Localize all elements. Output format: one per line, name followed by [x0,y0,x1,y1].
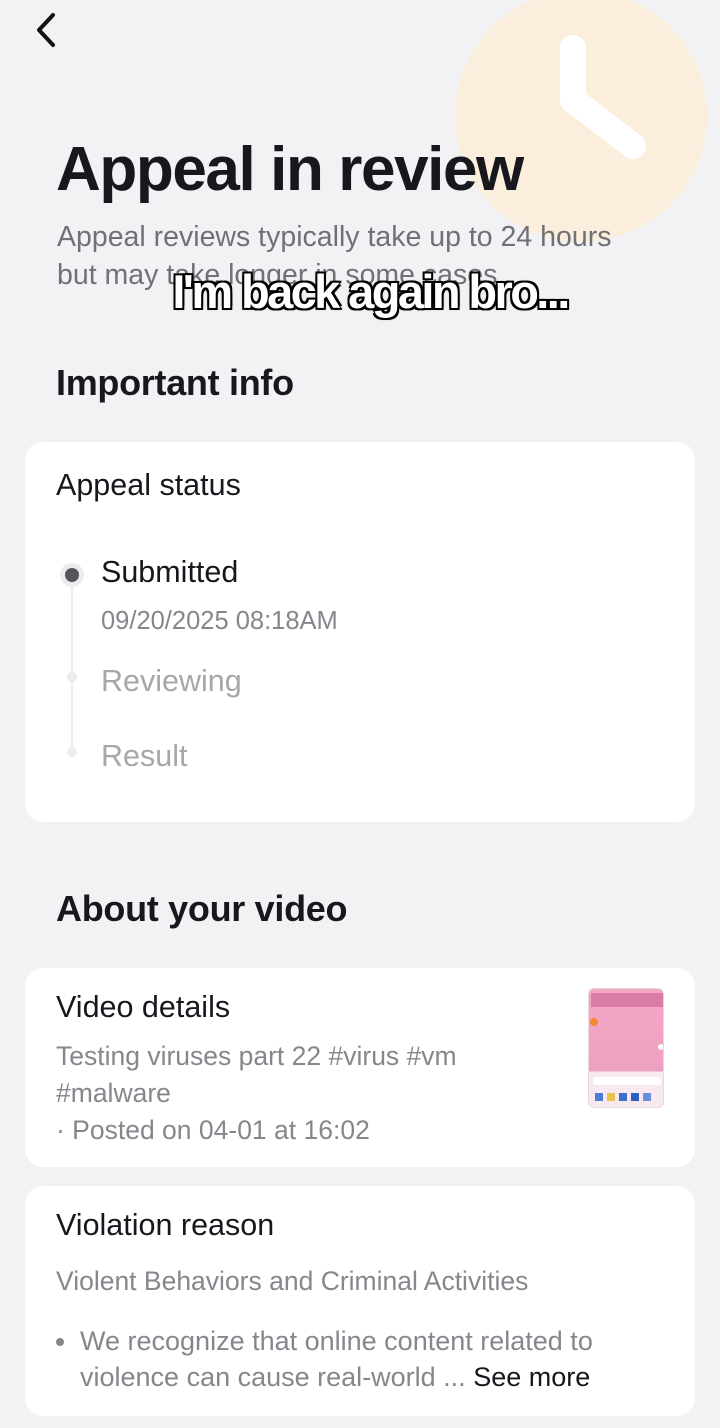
video-thumbnail[interactable] [588,988,664,1108]
step-result-label: Result [101,739,188,773]
see-more-link[interactable]: See more [473,1362,590,1392]
bullet-icon [56,1338,64,1346]
about-video-heading: About your video [56,888,348,929]
video-details-title: Video details [56,990,231,1024]
timeline-dot-reviewing [67,672,77,682]
violation-reason-card: Violation reason Violent Behaviors and C… [25,1186,695,1416]
appeal-screen: Appeal in review Appeal reviews typicall… [0,0,720,1428]
timeline-dot-submitted [60,563,84,587]
timeline-line [71,580,73,752]
appeal-status-card: Appeal status Submitted 09/20/2025 08:18… [25,442,695,822]
step-submitted-timestamp: 09/20/2025 08:18AM [101,607,338,635]
appeal-status-title: Appeal status [56,468,241,502]
chevron-left-icon [37,13,55,47]
page-title: Appeal in review [56,135,524,204]
step-reviewing-label: Reviewing [101,664,242,698]
timeline-dot-result [67,747,77,757]
step-submitted-label: Submitted [101,555,239,589]
video-description: Testing viruses part 22 #virus #vm #malw… [56,1041,457,1108]
thumbnail-image [590,993,663,1101]
clock-icon [455,0,707,242]
violation-detail: We recognize that online content related… [80,1323,670,1395]
video-details-card[interactable]: Video details Testing viruses part 22 #v… [25,968,695,1167]
important-info-heading: Important info [56,362,294,403]
violation-reason-text: Violent Behaviors and Criminal Activitie… [56,1266,529,1296]
video-description-block: Testing viruses part 22 #virus #vm #malw… [56,1038,576,1149]
violation-reason-title: Violation reason [56,1208,275,1242]
video-caption-overlay: I'm back again bro... [171,264,571,319]
video-posted-date: · Posted on 04-01 at 16:02 [56,1115,370,1145]
back-button[interactable] [26,10,66,50]
